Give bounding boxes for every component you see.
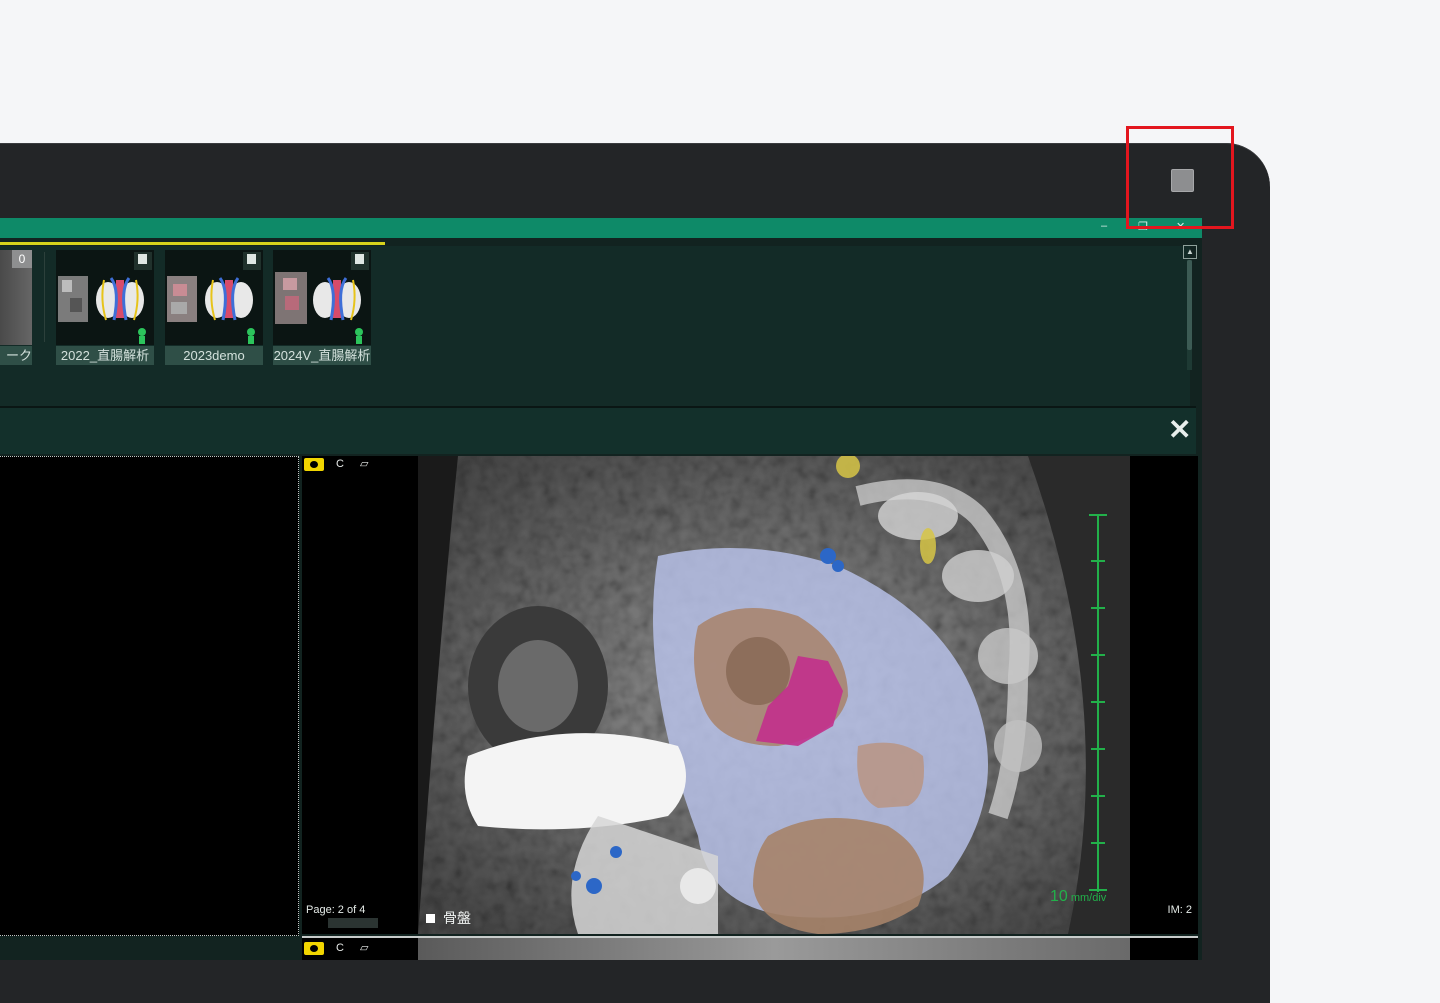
series-flag-icon <box>351 252 369 270</box>
viewer-pane-bottom[interactable]: C ⏥ <box>302 936 1198 960</box>
thumbnail-2022[interactable] <box>56 250 154 345</box>
viewer-tool-icons[interactable] <box>328 918 378 928</box>
thumbnail-label: 2022_直腸解析 <box>56 346 154 365</box>
series-thumbnail-strip: 0 ーク 2022_直腸解析 2023demo 2024V_直腸解析 <box>0 246 1190 406</box>
thumbnail-label: 2023demo <box>165 346 263 365</box>
segment-label-pelvis[interactable]: 骨盤 <box>426 908 471 928</box>
scale-label: 10 mm/div <box>1050 888 1106 906</box>
app-window: – ❐ ✕ 0 ーク 2022_直腸解析 2023demo 2024V_直腸解析… <box>0 218 1202 960</box>
thumb-divider <box>44 252 45 342</box>
viewer-pane-left[interactable] <box>0 456 299 936</box>
series-flag-icon <box>134 252 152 270</box>
viewer-pane-main[interactable]: C ⏥ 10 mm/div Page: 2 of 4 骨盤 IM: 2 <box>302 456 1198 934</box>
thumbnail-2023demo[interactable] <box>165 250 263 345</box>
scale-value: 10 <box>1050 888 1068 905</box>
series-label: C <box>336 458 344 470</box>
thumbnail-partial[interactable]: 0 <box>0 250 32 345</box>
viewer-toolbar <box>0 408 1196 454</box>
scroll-up-button[interactable]: ▲ <box>1183 245 1197 259</box>
link-icon[interactable]: ⏥ <box>360 457 368 470</box>
series-label: C <box>336 942 344 954</box>
minimize-button[interactable]: – <box>1101 220 1107 232</box>
thumbnail-2024v[interactable] <box>273 250 371 345</box>
scale-unit: mm/div <box>1070 892 1107 904</box>
thumbnail-label: 2024V_直腸解析 <box>273 346 371 365</box>
image-number: IM: 2 <box>1167 904 1192 916</box>
series-flag-icon <box>243 252 261 270</box>
scale-ruler <box>1089 514 1107 892</box>
mri-next-image <box>418 938 1130 960</box>
visibility-toggle-icon[interactable] <box>304 458 324 471</box>
link-icon[interactable]: ⏥ <box>360 941 368 954</box>
visibility-toggle-icon[interactable] <box>304 942 324 955</box>
thumbnail-label: ーク <box>0 346 32 365</box>
highlight-box <box>1126 126 1234 229</box>
active-indicator <box>0 242 385 245</box>
close-viewer-icon[interactable]: ✕ <box>1168 416 1191 444</box>
mri-sagittal-image <box>418 456 1130 934</box>
title-bar: – ❐ ✕ <box>0 218 1202 238</box>
page-info: Page: 2 of 4 <box>306 904 366 916</box>
thumbnail-index-badge: 0 <box>12 250 32 268</box>
thumbnail-scrollbar-thumb[interactable] <box>1187 260 1192 350</box>
